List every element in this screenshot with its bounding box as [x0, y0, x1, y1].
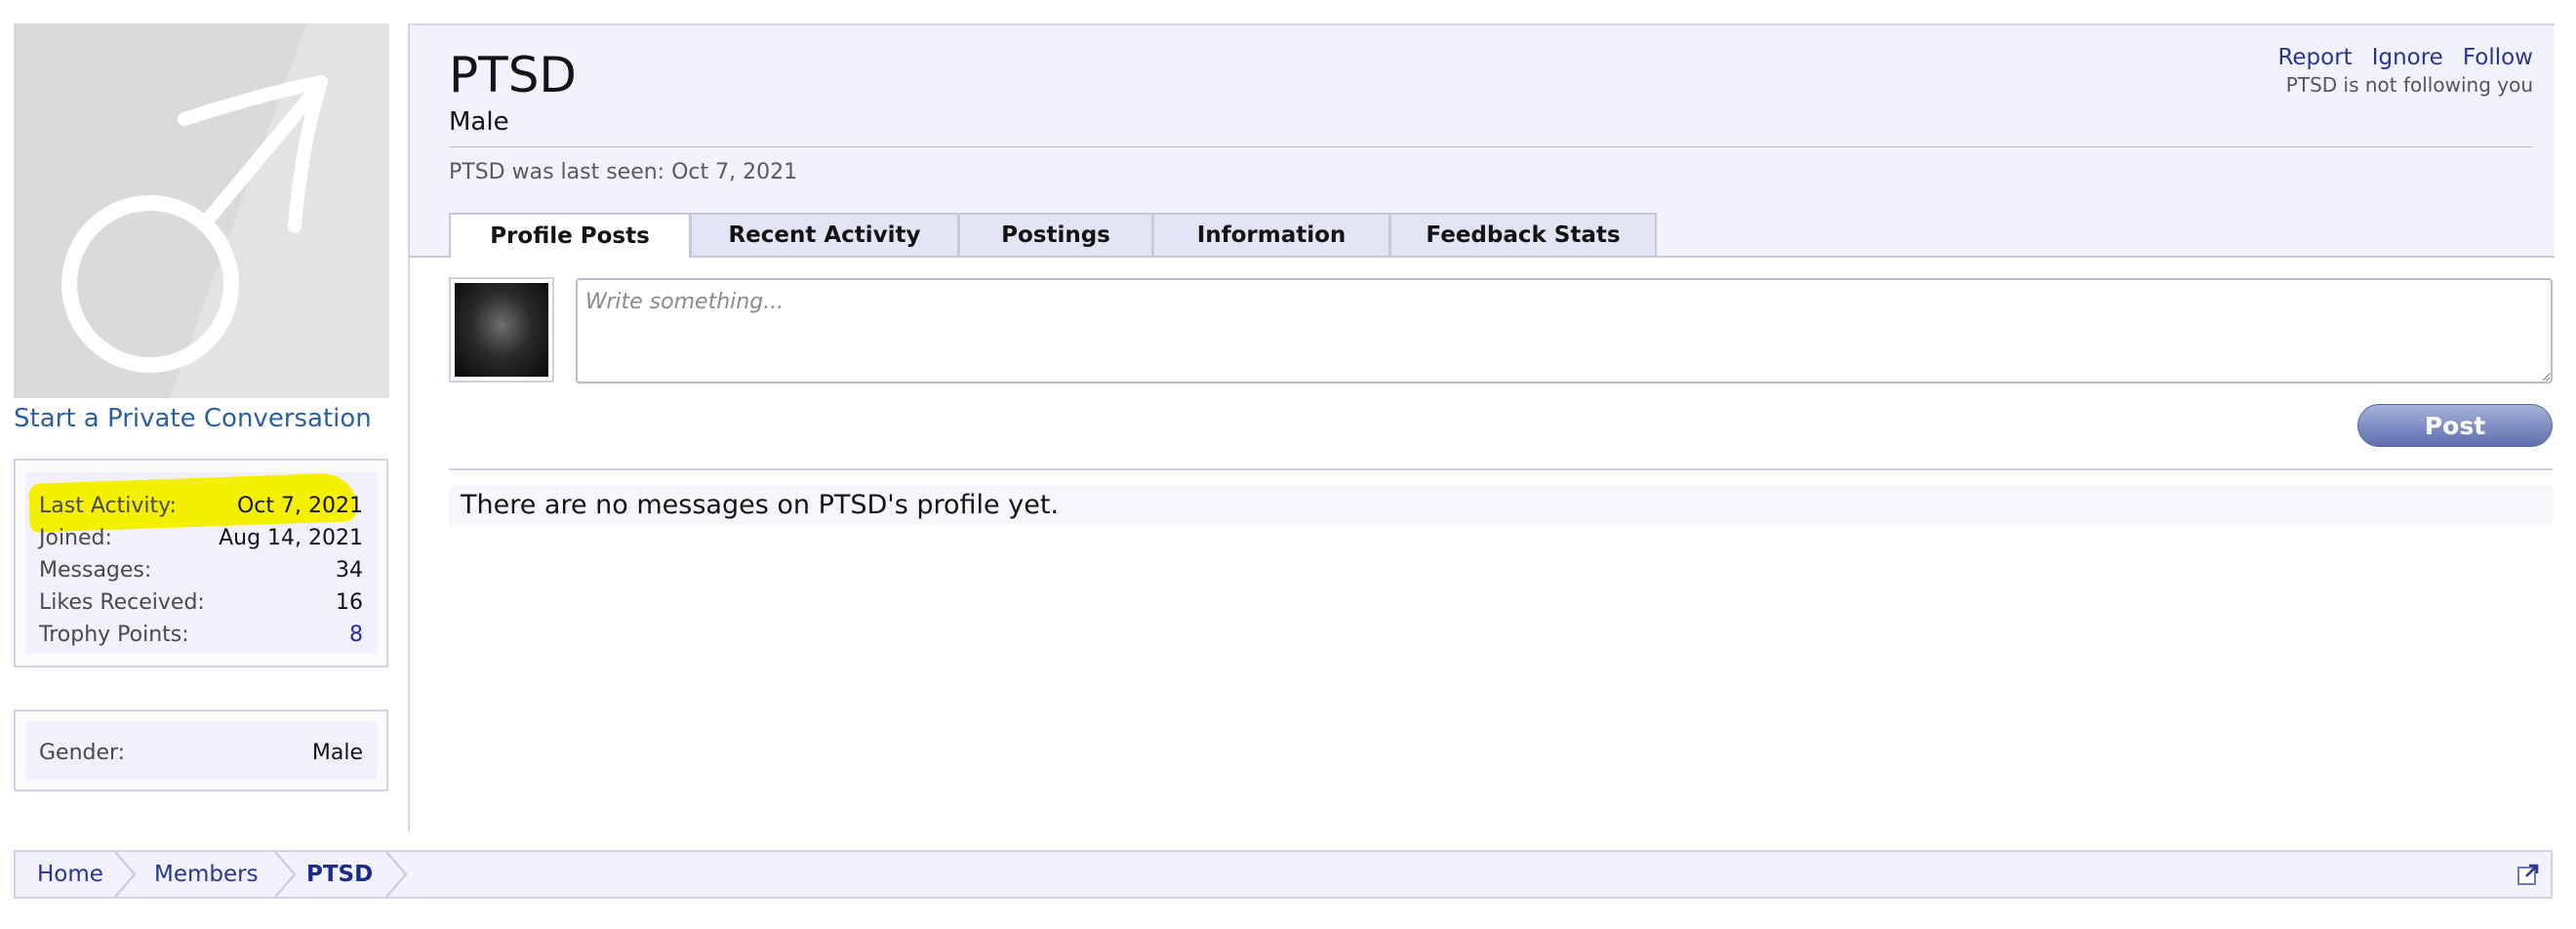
gender-panel: Gender: Male [25, 721, 377, 780]
male-symbol-icon [14, 23, 389, 398]
empty-messages-notice: There are no messages on PTSD's profile … [449, 486, 2553, 525]
stat-row-last-activity: Last Activity: Oct 7, 2021 [39, 492, 363, 519]
stat-row-joined: Joined: Aug 14, 2021 [39, 524, 363, 551]
tab-information[interactable]: Information [1152, 213, 1390, 256]
breadcrumb-members[interactable]: Members [154, 852, 259, 897]
breadcrumb: Home Members PTSD [14, 850, 2553, 899]
avatar [14, 23, 389, 398]
breadcrumb-separator-icon [114, 852, 137, 897]
stat-value: Oct 7, 2021 [236, 493, 363, 518]
breadcrumb-current-user[interactable]: PTSD [306, 852, 373, 897]
breadcrumb-separator-icon [274, 852, 297, 897]
stat-value: 16 [336, 589, 363, 615]
profile-post-input[interactable] [576, 278, 2553, 384]
stat-label: Joined: [39, 525, 112, 550]
gender-label: Gender: [39, 740, 126, 765]
stat-row-gender: Gender: Male [39, 739, 363, 766]
external-link-icon[interactable] [2517, 864, 2539, 885]
tab-postings[interactable]: Postings [958, 213, 1153, 256]
stat-value: Aug 14, 2021 [219, 525, 363, 550]
current-user-avatar [449, 277, 554, 383]
last-seen-text: PTSD was last seen: Oct 7, 2021 [449, 160, 798, 184]
gender-box: Gender: Male [14, 709, 388, 791]
user-subtitle: Male [449, 107, 509, 137]
header-divider [449, 146, 2533, 147]
tab-profile-posts[interactable]: Profile Posts [449, 213, 691, 258]
post-button[interactable]: Post [2357, 404, 2553, 447]
avatar-photo [455, 283, 548, 377]
gender-value: Male [311, 740, 363, 765]
stat-row-likes-received: Likes Received: 16 [39, 588, 363, 616]
breadcrumb-home[interactable]: Home [37, 852, 103, 897]
stat-label: Likes Received: [39, 589, 205, 615]
trophy-points-link[interactable]: 8 [349, 623, 363, 647]
stat-label: Trophy Points: [39, 622, 189, 647]
start-private-conversation-link[interactable]: Start a Private Conversation [14, 404, 372, 433]
stat-label: Last Activity: [39, 493, 177, 518]
follow-link[interactable]: Follow [2463, 45, 2533, 70]
member-stats-panel: Last Activity: Oct 7, 2021 Joined: Aug 1… [25, 472, 377, 654]
member-stats-box: Last Activity: Oct 7, 2021 Joined: Aug 1… [14, 459, 388, 667]
ignore-link[interactable]: Ignore [2372, 45, 2443, 70]
report-link[interactable]: Report [2277, 45, 2352, 70]
messages-divider [449, 468, 2553, 470]
tab-recent-activity[interactable]: Recent Activity [690, 213, 959, 256]
tab-feedback-stats[interactable]: Feedback Stats [1389, 213, 1657, 256]
profile-actions: Report Ignore Follow [2277, 45, 2533, 70]
stat-row-trophy-points: Trophy Points: 8 [39, 621, 363, 648]
tabs-baseline [410, 256, 2555, 258]
stat-row-messages: Messages: 34 [39, 556, 363, 584]
breadcrumb-separator-icon [385, 852, 408, 897]
follow-status: PTSD is not following you [2285, 73, 2533, 97]
username-title: PTSD [449, 47, 577, 103]
stat-label: Messages: [39, 557, 152, 583]
member-profile-page: Start a Private Conversation Last Activi… [0, 0, 2576, 929]
stat-value: 34 [336, 557, 363, 583]
